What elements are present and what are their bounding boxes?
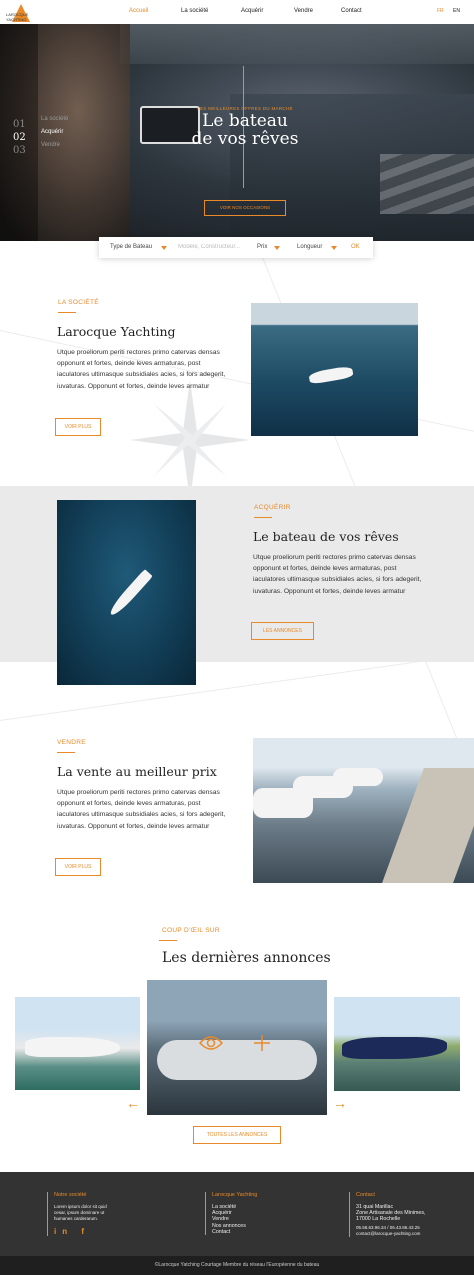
- boat-photo: [251, 303, 418, 436]
- chevron-down-icon: [331, 246, 337, 250]
- listing-card[interactable]: [15, 997, 140, 1090]
- section-text: Utque proeliorum periti rectores primo c…: [57, 789, 226, 830]
- quay-shape: [382, 768, 474, 883]
- kicker-underline: [57, 752, 75, 753]
- slide-number: 03: [13, 145, 26, 156]
- footer-phone: 05.58.63.96.34 / 06.43.86.43.25: [356, 1224, 420, 1230]
- slide-label: Vendre: [41, 142, 61, 148]
- chevron-down-icon: [274, 246, 280, 250]
- compass-icon: [130, 380, 250, 500]
- boat-shape: [157, 1040, 317, 1080]
- footer-col-contact: Contact 31 quai Marillac Zone Artisanale…: [349, 1192, 425, 1237]
- site-footer: Notre société Lorem ipsum dolor sit quid…: [0, 1172, 474, 1256]
- copyright-bar: ©Larocque Yatching Courtage Membre du ré…: [0, 1256, 474, 1275]
- search-ok-button[interactable]: OK: [351, 244, 360, 250]
- sailboat-aerial-photo: [57, 500, 196, 685]
- footer-col-links: Larocque Yachting La société Acquérir Ve…: [205, 1192, 258, 1236]
- footer-email[interactable]: contact@larocque-yachting.com: [356, 1231, 425, 1237]
- boat-type-select[interactable]: Type de Bateau: [110, 244, 152, 250]
- section-text: Utque proeliorum periti rectores primo c…: [253, 554, 422, 595]
- footer-heading: Contact: [356, 1192, 375, 1198]
- hero-title: Le bateau de vos rêves: [170, 112, 320, 148]
- section-title: Le bateau de vos rêves: [253, 529, 399, 544]
- boat-shape: [342, 1037, 447, 1059]
- model-input[interactable]: Modèle, Constructeur...: [178, 244, 250, 250]
- slide-label: Acquérir: [41, 129, 64, 135]
- footer-col-company: Notre société Lorem ipsum dolor sit quid…: [47, 1192, 107, 1236]
- section-kicker: VENDRE: [57, 739, 86, 746]
- nav-accueil[interactable]: Accueil: [129, 8, 148, 14]
- site-header: LAROCQUE YACHTING Accueil La société Acq…: [0, 0, 474, 24]
- prev-arrow-icon[interactable]: ←: [126, 1095, 140, 1111]
- logo-text: LAROCQUE YACHTING: [6, 12, 29, 22]
- annonces-button[interactable]: LES ANNONCES: [251, 622, 314, 640]
- footer-heading: Notre société: [54, 1192, 87, 1198]
- hero-title-line: de vos rêves: [191, 129, 299, 149]
- boat-shape: [107, 569, 153, 618]
- nav-contact[interactable]: Contact: [341, 8, 362, 14]
- boat-shape: [308, 365, 354, 385]
- price-select[interactable]: Prix: [257, 244, 267, 250]
- boat-shape: [333, 768, 383, 786]
- length-select[interactable]: Longueur: [297, 244, 322, 250]
- lang-en[interactable]: EN: [453, 8, 460, 14]
- listing-card-featured[interactable]: [147, 980, 327, 1115]
- footer-heading: Larocque Yachting: [212, 1192, 258, 1198]
- slide-item-3[interactable]: 03 Vendre: [13, 140, 93, 158]
- kicker-underline: [254, 517, 272, 518]
- hero-title-line: Le bateau: [202, 111, 288, 131]
- footer-text: humanes carderarum.: [54, 1216, 99, 1221]
- marina-photo: [253, 738, 474, 883]
- section-kicker: LA SOCIÉTÉ: [58, 299, 99, 306]
- kicker-underline: [159, 940, 177, 941]
- section-kicker: ACQUÉRIR: [254, 504, 291, 511]
- hero-banner: 01 La société 02 Acquérir 03 Vendre LES …: [0, 24, 474, 241]
- section-title: La vente au meilleur prix: [57, 764, 217, 779]
- eye-icon[interactable]: [199, 1035, 223, 1051]
- hero-docks: [380, 154, 474, 214]
- all-listings-button[interactable]: TOUTES LES ANNONCES: [193, 1126, 281, 1144]
- see-offers-button[interactable]: VOIR NOS OCCASIONS: [204, 200, 286, 216]
- hero-skyline: [120, 24, 474, 64]
- nav-vendre[interactable]: Vendre: [294, 8, 313, 14]
- boat-shape: [25, 1037, 120, 1057]
- boat-search-bar: Type de Bateau Modèle, Constructeur... P…: [99, 237, 373, 258]
- listings-title: Les dernières annonces: [162, 950, 331, 966]
- next-arrow-icon[interactable]: →: [333, 1095, 347, 1111]
- nav-acquerir[interactable]: Acquérir: [241, 8, 263, 14]
- slide-label: La société: [41, 116, 69, 122]
- nav-societe[interactable]: La société: [181, 8, 208, 14]
- listing-card[interactable]: [334, 997, 460, 1091]
- vendre-more-button[interactable]: VOIR PLUS: [55, 858, 101, 876]
- lang-fr[interactable]: FR: [437, 8, 444, 14]
- listings-kicker: COUP D'ŒIL SUR: [162, 927, 220, 934]
- site-logo[interactable]: LAROCQUE YACHTING: [6, 4, 30, 28]
- footer-link[interactable]: Contact: [212, 1229, 257, 1235]
- chevron-down-icon: [161, 246, 167, 250]
- social-icons[interactable]: in f: [54, 1227, 107, 1236]
- societe-more-button[interactable]: VOIR PLUS: [55, 418, 101, 436]
- plus-icon[interactable]: [254, 1035, 270, 1051]
- footer-address: 17000 La Rochelle: [356, 1216, 401, 1223]
- section-title: Larocque Yachting: [57, 324, 176, 339]
- kicker-underline: [58, 312, 76, 313]
